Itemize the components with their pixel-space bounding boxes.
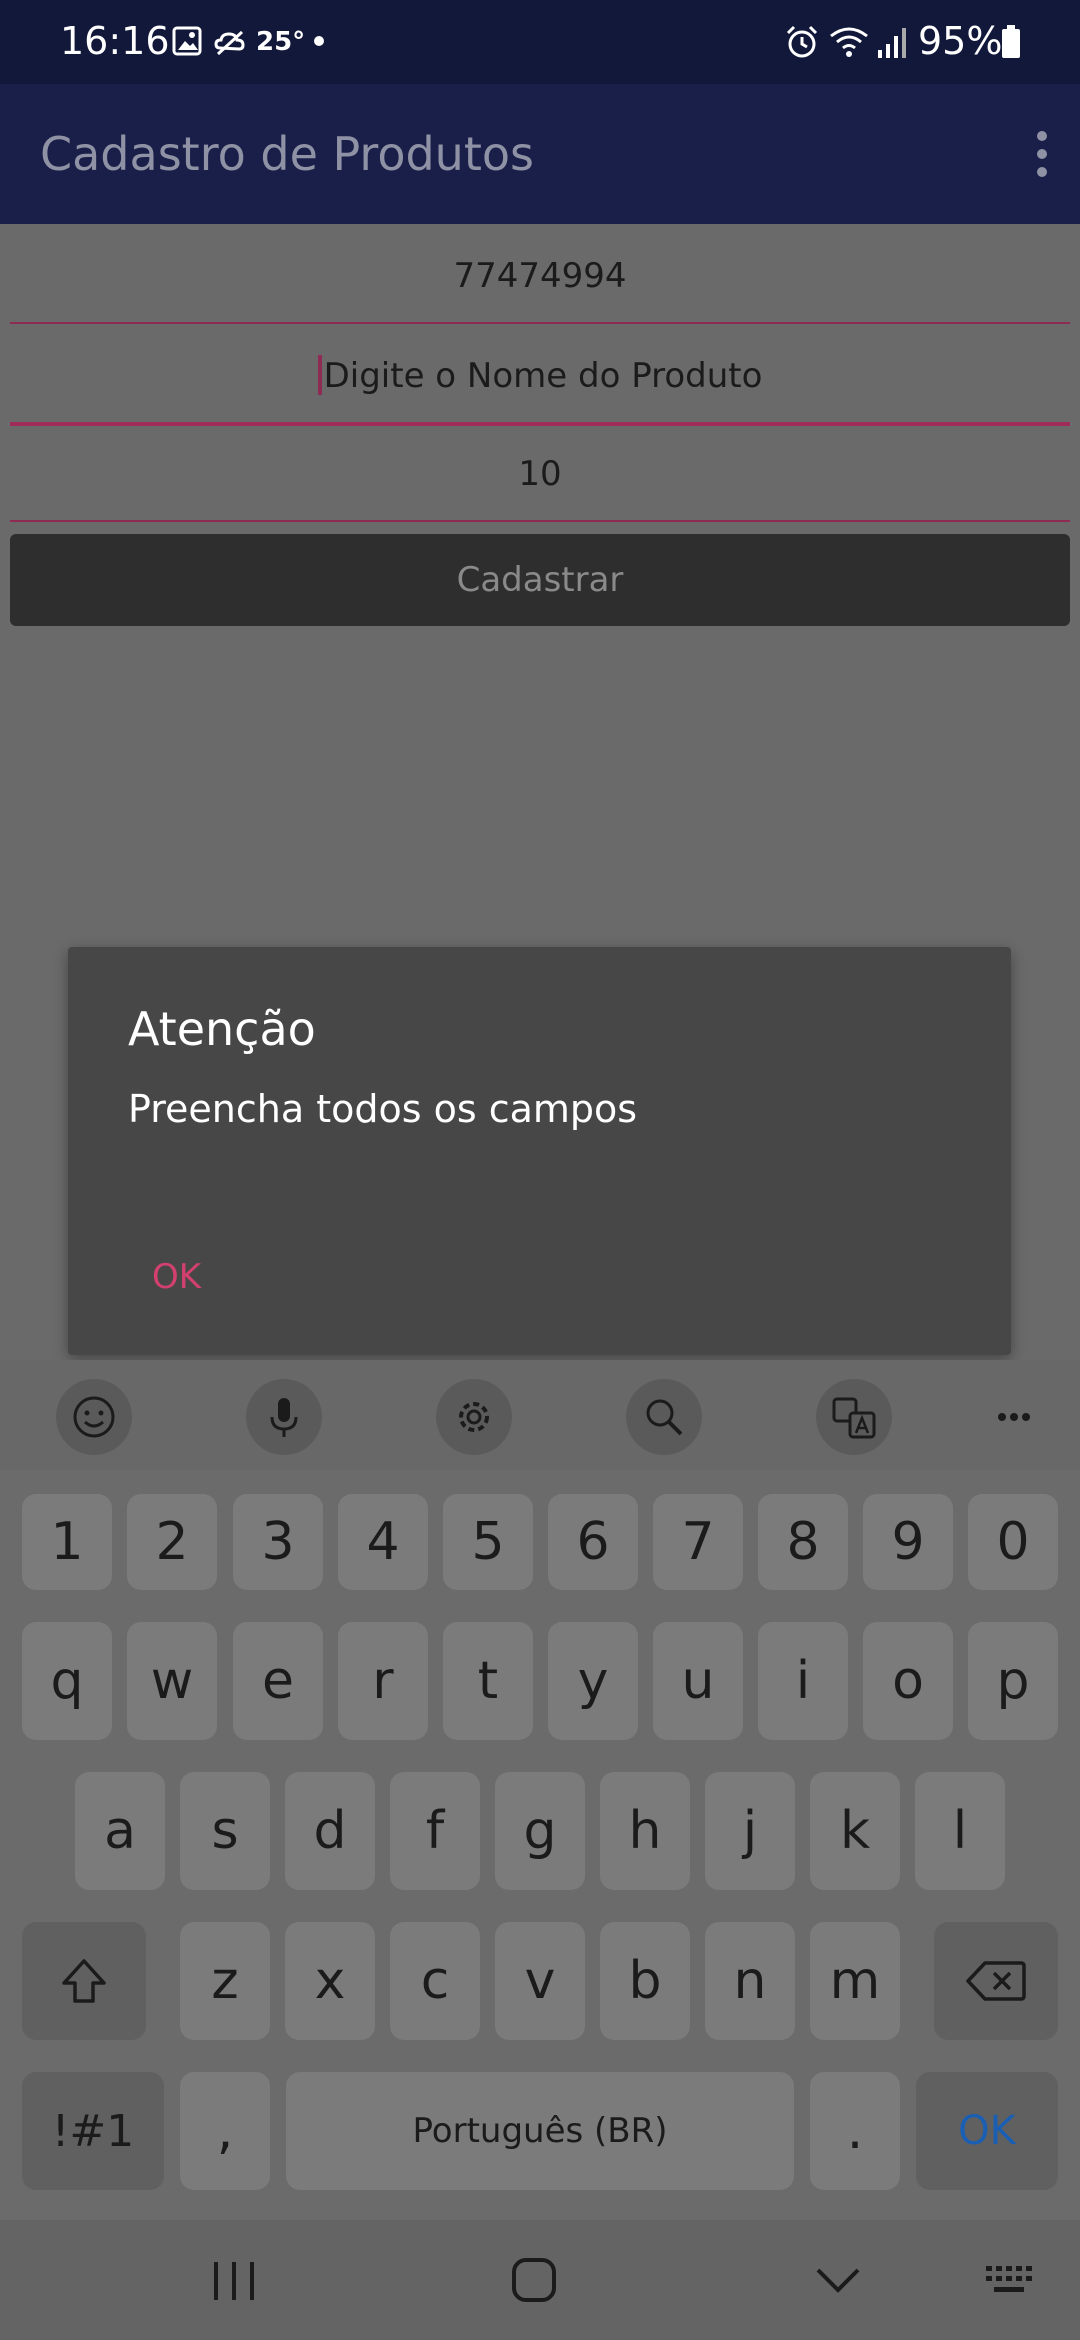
gear-icon (459, 1402, 489, 1432)
key-m[interactable]: m (810, 1922, 900, 2040)
key-q[interactable]: q (22, 1622, 112, 1740)
key-b[interactable]: b (600, 1922, 690, 2040)
navigation-bar (0, 2220, 1080, 2340)
key-s[interactable]: s (180, 1772, 270, 1890)
key-h[interactable]: h (600, 1772, 690, 1890)
key-r[interactable]: r (338, 1622, 428, 1740)
dialog-ok-button[interactable]: OK (152, 1253, 201, 1301)
key-c[interactable]: c (390, 1922, 480, 2040)
more-options-button[interactable] (976, 1379, 1052, 1455)
key-y[interactable]: y (548, 1622, 638, 1740)
key-o[interactable]: o (863, 1622, 953, 1740)
key-j[interactable]: j (705, 1772, 795, 1890)
key-z[interactable]: z (180, 1922, 270, 2040)
key-p[interactable]: p (968, 1622, 1058, 1740)
more-horizontal-icon (998, 1413, 1030, 1421)
key-2[interactable]: 2 (127, 1494, 217, 1590)
period-key[interactable]: . (810, 2072, 900, 2190)
key-5[interactable]: 5 (443, 1494, 533, 1590)
field-underline (10, 322, 1070, 324)
status-bar: 16:16 25° 95% (0, 0, 1080, 84)
key-4[interactable]: 4 (338, 1494, 428, 1590)
product-quantity-field[interactable]: 10 (10, 442, 1070, 522)
key-1[interactable]: 1 (22, 1494, 112, 1590)
key-d[interactable]: d (285, 1772, 375, 1890)
backspace-icon (966, 1961, 1026, 2001)
key-a[interactable]: a (75, 1772, 165, 1890)
symbols-key[interactable]: !#1 (22, 2072, 164, 2190)
battery-icon (1002, 25, 1020, 58)
key-t[interactable]: t (443, 1622, 533, 1740)
field-underline (10, 520, 1070, 522)
translate-button[interactable] (816, 1379, 892, 1455)
product-quantity-value: 10 (518, 454, 562, 494)
alert-dialog: Atenção Preencha todos os campos OK (68, 947, 1011, 1355)
app-bar: Cadastro de Produtos (0, 84, 1080, 224)
key-g[interactable]: g (495, 1772, 585, 1890)
key-l[interactable]: l (915, 1772, 1005, 1890)
dialog-title: Atenção (128, 1002, 316, 1056)
recent-apps-icon[interactable] (206, 2256, 262, 2304)
keyboard-ok-key[interactable]: OK (916, 2072, 1058, 2190)
keyboard-settings-button[interactable] (436, 1379, 512, 1455)
home-icon[interactable] (508, 2254, 560, 2306)
app-title: Cadastro de Produtos (40, 127, 534, 181)
key-6[interactable]: 6 (548, 1494, 638, 1590)
comma-key[interactable]: , (180, 2072, 270, 2190)
chevron-down-icon[interactable] (812, 2260, 864, 2300)
dialog-message: Preencha todos os campos (128, 1087, 638, 1131)
space-key[interactable]: Português (BR) (286, 2072, 794, 2190)
translate-icon (832, 1397, 876, 1439)
product-name-placeholder: Digite o Nome do Produto (323, 356, 763, 396)
key-0[interactable]: 0 (968, 1494, 1058, 1590)
text-cursor (317, 355, 322, 395)
signal-icon (878, 28, 906, 58)
field-underline-active (10, 422, 1070, 426)
overflow-menu-icon[interactable] (1018, 122, 1066, 186)
product-code-field[interactable]: 77474994 (10, 244, 1070, 324)
search-icon (646, 1399, 683, 1436)
product-name-field[interactable]: Digite o Nome do Produto (10, 342, 1070, 426)
key-f[interactable]: f (390, 1772, 480, 1890)
key-8[interactable]: 8 (758, 1494, 848, 1590)
keyboard-toolbar (0, 1360, 1080, 1470)
key-k[interactable]: k (810, 1772, 900, 1890)
key-e[interactable]: e (233, 1622, 323, 1740)
key-x[interactable]: x (285, 1922, 375, 2040)
wifi-icon (830, 27, 868, 57)
battery-percent: 95% (918, 19, 1003, 63)
alarm-icon (786, 25, 818, 58)
product-code-value: 77474994 (453, 256, 627, 296)
key-i[interactable]: i (758, 1622, 848, 1740)
key-9[interactable]: 9 (863, 1494, 953, 1590)
status-time: 16:16 (60, 19, 170, 63)
key-n[interactable]: n (705, 1922, 795, 2040)
status-temperature: 25° (256, 27, 306, 57)
search-button[interactable] (626, 1379, 702, 1455)
key-u[interactable]: u (653, 1622, 743, 1740)
gallery-icon (172, 26, 202, 56)
microphone-icon (270, 1398, 298, 1437)
notification-dot-icon (314, 36, 324, 46)
voice-input-button[interactable] (246, 1379, 322, 1455)
key-w[interactable]: w (127, 1622, 217, 1740)
keyboard-icon[interactable] (982, 2260, 1036, 2300)
key-3[interactable]: 3 (233, 1494, 323, 1590)
register-button[interactable]: Cadastrar (10, 534, 1070, 626)
shift-icon (62, 1959, 106, 2003)
emoji-icon (73, 1396, 115, 1438)
emoji-button[interactable] (56, 1379, 132, 1455)
shift-key[interactable] (22, 1922, 146, 2040)
weather-icon (214, 30, 245, 56)
key-v[interactable]: v (495, 1922, 585, 2040)
backspace-key[interactable] (934, 1922, 1058, 2040)
keyboard: 1 2 3 4 5 6 7 8 9 0 q w e r t y u i o p … (0, 1360, 1080, 2340)
key-7[interactable]: 7 (653, 1494, 743, 1590)
